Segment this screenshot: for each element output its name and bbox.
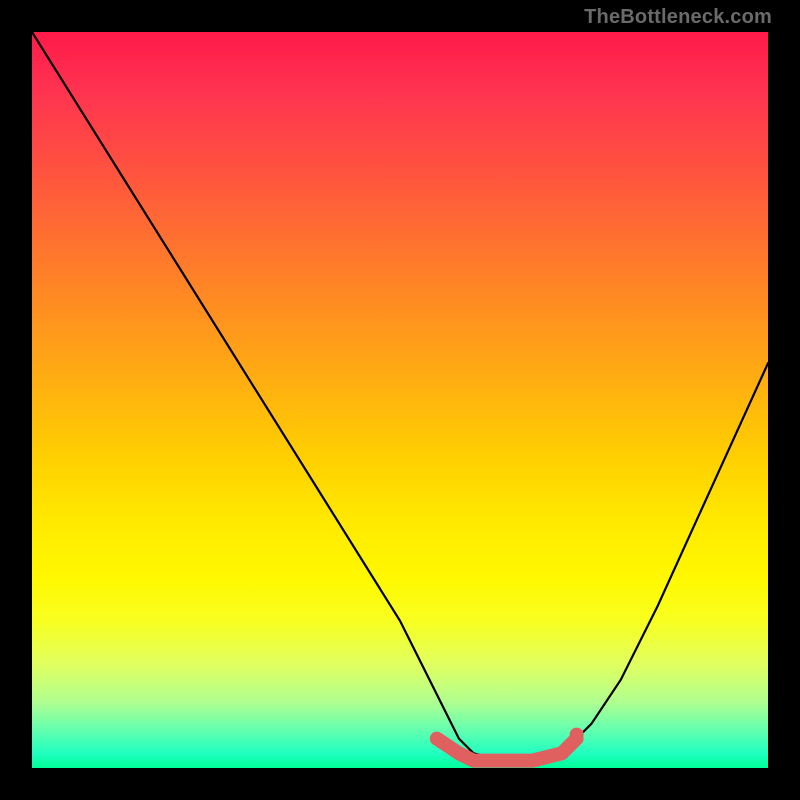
watermark-text: TheBottleneck.com	[584, 6, 772, 29]
plot-gradient-background	[32, 32, 768, 768]
chart-container: TheBottleneck.com	[0, 0, 800, 800]
